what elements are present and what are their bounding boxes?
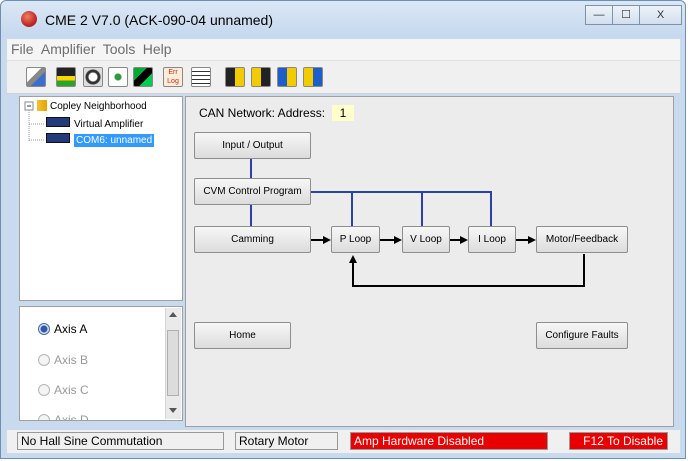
radio-selected-icon [38,323,50,335]
radio-icon [38,414,50,420]
app-logo-icon [21,11,37,27]
camming-button[interactable]: Camming [194,226,311,253]
window-title: CME 2 V7.0 (ACK-090-04 unnamed) [45,12,273,28]
tree-root[interactable]: Copley Neighborhood [37,100,147,112]
axis-selector: Axis A Axis B Axis C Axis D [19,306,183,421]
axis-scrollbar[interactable] [165,308,181,419]
tree-item-virtual-amplifier[interactable]: Virtual Amplifier [46,117,143,130]
axis-c-radio[interactable]: Axis C [38,383,89,397]
tree-item-com6[interactable]: COM6: unnamed [46,133,155,147]
radio-icon [38,384,50,396]
error-log-icon[interactable]: Err Log [163,67,183,87]
i-loop-button[interactable]: I Loop [468,226,516,253]
axis-label: Axis B [54,353,89,367]
menu-tools[interactable]: Tools [99,39,136,57]
close-button[interactable]: X [639,5,682,25]
maximize-button[interactable]: ☐ [612,5,640,25]
toolbar: Err Log [7,61,680,94]
menu-help[interactable]: Help [139,39,172,57]
axis-label: Axis C [54,383,89,397]
address-field[interactable]: 1 [332,105,354,121]
folder-icon [37,100,47,111]
tree-item-label: COM6: unnamed [74,134,155,147]
app-window: CME 2 V7.0 (ACK-090-04 unnamed) — ☐ X Fi… [0,0,686,459]
save-to-disk-icon[interactable] [277,67,297,87]
input-output-button[interactable]: Input / Output [194,132,311,159]
configure-faults-button[interactable]: Configure Faults [536,322,628,349]
p-loop-button[interactable]: P Loop [331,226,380,253]
amplifier-settings-icon[interactable] [26,67,46,87]
restore-from-disk-icon[interactable] [303,67,323,87]
menu-bar: File Amplifier Tools Help [7,39,680,61]
notes-icon[interactable] [191,67,211,87]
tree-root-label: Copley Neighborhood [50,101,147,112]
tuning-icon[interactable] [108,67,128,87]
tree-item-label: Virtual Amplifier [74,119,144,130]
axis-label: Axis A [54,322,88,336]
status-bar: No Hall Sine Commutation Rotary Motor Am… [7,430,680,453]
scope-icon[interactable] [133,67,153,87]
axis-label: Axis D [54,413,89,421]
amplifier-icon [46,117,70,127]
axis-d-radio[interactable]: Axis D [38,413,89,421]
axis-a-radio[interactable]: Axis A [38,322,87,336]
amplifier-icon [46,133,70,143]
neighborhood-tree: Copley Neighborhood Virtual Amplifier CO… [19,96,183,301]
motor-feedback-button[interactable]: Motor/Feedback [536,226,628,253]
radio-icon [38,354,50,366]
restore-from-flash-icon[interactable] [251,67,271,87]
menu-file[interactable]: File [7,39,34,57]
can-network-label: CAN Network: Address: [199,106,326,120]
title-bar: CME 2 V7.0 (ACK-090-04 unnamed) — ☐ X [1,1,685,37]
scroll-thumb[interactable] [167,330,179,396]
motor-icon[interactable] [83,67,103,87]
motor-type-status: Rotary Motor [235,432,338,450]
home-button[interactable]: Home [194,322,291,349]
scroll-up-icon[interactable] [169,312,177,317]
control-panel-icon[interactable] [56,67,76,87]
amp-status-badge: Amp Hardware Disabled [350,432,548,450]
v-loop-button[interactable]: V Loop [402,226,450,253]
scroll-down-icon[interactable] [169,408,177,413]
axis-b-radio[interactable]: Axis B [38,353,88,367]
block-diagram-canvas: CAN Network: Address: 1 Input / Output C… [185,96,674,427]
f12-disable-hint: F12 To Disable [569,432,668,450]
cvm-control-program-button[interactable]: CVM Control Program [194,178,311,205]
minimize-button[interactable]: — [585,5,613,25]
commutation-status: No Hall Sine Commutation [17,432,224,450]
menu-amplifier[interactable]: Amplifier [37,39,95,57]
save-to-flash-icon[interactable] [225,67,245,87]
